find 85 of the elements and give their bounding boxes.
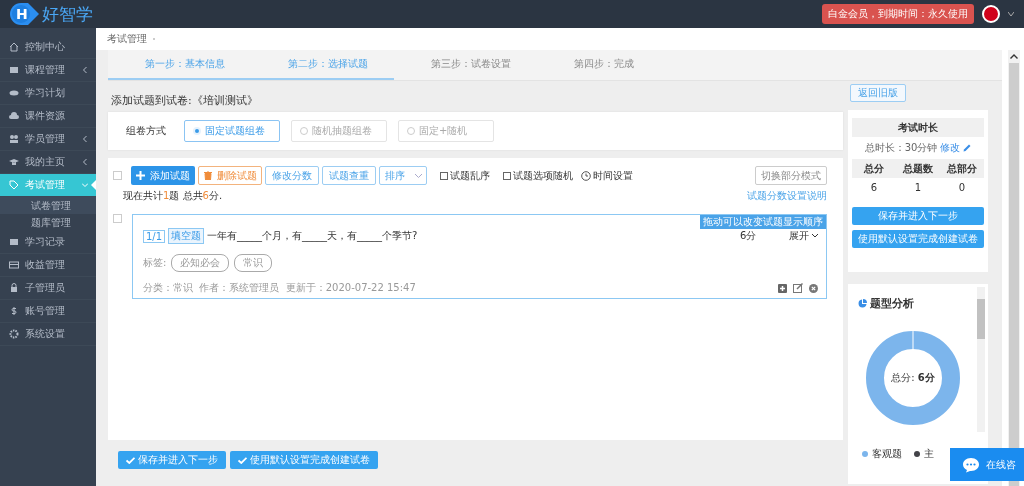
toolbar-button[interactable]: 修改分数 xyxy=(265,166,319,185)
chevron-down-icon xyxy=(414,173,422,178)
step-tab[interactable]: 第三步：试卷设置 xyxy=(394,50,537,80)
caret-icon[interactable] xyxy=(1008,12,1014,16)
tags-label: 标签: xyxy=(143,256,167,270)
analysis-title: 题型分析 xyxy=(870,296,914,311)
column-header: 总分 xyxy=(862,161,885,176)
question-type: 填空题 xyxy=(168,228,205,244)
tag[interactable]: 常识 xyxy=(234,254,273,272)
time-setting-link[interactable]: 时间设置 xyxy=(581,168,633,183)
legend-item[interactable]: 主 xyxy=(914,447,934,461)
cloud-icon xyxy=(9,111,19,121)
question-card[interactable]: 拖动可以改变试题显示顺序 1/1 填空题 一年有_____个月，有_____天，有_____个季节? 6分 展开 标签: 必知必会 常识 分类：常识 作者：系统管理员 更新于：2020-07-22 15:47 xyxy=(132,214,827,299)
mode-label: 组卷方式 xyxy=(126,124,167,138)
edit-icon[interactable] xyxy=(793,283,803,293)
stats-header: 考试时长 xyxy=(852,118,984,137)
tag[interactable]: 必知必会 xyxy=(171,254,230,272)
question-text: 一年有_____个月，有_____天，有_____个季节? xyxy=(207,229,419,243)
logo-letter: H xyxy=(16,5,28,22)
member-badge: 白金会员，到期时间：永久使用 xyxy=(822,4,974,24)
sidebar-item[interactable]: 考试管理 xyxy=(0,174,96,197)
trash-icon xyxy=(203,171,212,180)
tag-icon xyxy=(9,180,19,190)
duration-text: 总时长：30分钟 xyxy=(864,141,938,155)
add-button[interactable]: 添加试题 xyxy=(131,166,195,185)
check-icon xyxy=(126,456,135,464)
pencil-icon[interactable] xyxy=(963,144,972,152)
total-score-label: 总分: 6分 xyxy=(890,371,936,385)
edit-link[interactable]: 修改 xyxy=(940,141,961,155)
home-icon xyxy=(9,42,19,52)
step-tab[interactable]: 第一步：基本信息 xyxy=(108,50,251,80)
toolbar-button[interactable]: 试题查重 xyxy=(322,166,376,185)
pie-icon xyxy=(858,299,867,308)
back-button[interactable]: 返回旧版 xyxy=(850,84,906,102)
question-score: 6分 xyxy=(740,229,758,243)
scrollbar[interactable] xyxy=(977,287,985,432)
save-button[interactable]: 保存并进入下一步 xyxy=(118,451,226,469)
delete-button[interactable]: 删除试题 xyxy=(198,166,262,185)
column-header: 总题数 xyxy=(901,161,934,176)
radio-option[interactable]: 随机抽题组卷 xyxy=(291,120,387,142)
dollar-icon xyxy=(9,306,19,316)
legend-item[interactable]: 客观题 xyxy=(862,447,902,461)
plus-icon xyxy=(136,171,145,180)
table-cell-text: 0 xyxy=(957,182,967,193)
action-button[interactable]: 保存并进入下一步 xyxy=(852,207,984,225)
close-icon[interactable] xyxy=(809,283,818,293)
checkbox-option[interactable]: 试题选项随机 xyxy=(503,168,573,183)
step-tab[interactable]: 第二步：选择试题 xyxy=(251,50,394,80)
radio-option[interactable]: 固定试题组卷 xyxy=(184,120,280,142)
chevron-down-icon[interactable] xyxy=(812,234,818,238)
radio-option[interactable]: 固定+随机 xyxy=(398,120,494,142)
checkbox-option[interactable]: 试题乱序 xyxy=(440,168,490,183)
add-icon[interactable] xyxy=(778,283,787,293)
sort-dropdown[interactable]: 排序 xyxy=(379,166,427,185)
sidebar-subitem[interactable]: 试卷管理 xyxy=(0,197,96,214)
avatar-icon[interactable] xyxy=(982,5,1000,23)
mode-switch-button[interactable]: 切换部分模式 xyxy=(755,166,827,185)
save-button[interactable]: 使用默认设置完成创建试卷 xyxy=(230,451,378,469)
expand-link[interactable]: 展开 xyxy=(789,229,809,243)
summary-text: 现在共计1题 总共6分. xyxy=(123,189,223,203)
column-header: 总部分 xyxy=(945,161,978,176)
lock-icon xyxy=(9,283,19,293)
checkbox[interactable] xyxy=(113,171,122,180)
checkbox[interactable] xyxy=(113,214,122,223)
chat-button[interactable]: 在线咨 xyxy=(950,448,1024,481)
table-cell-text: 6 xyxy=(869,182,879,193)
help-link[interactable]: 试题分数设置说明 xyxy=(747,189,827,203)
drag-hint: 拖动可以改变试题显示顺序 xyxy=(700,215,826,229)
sidebar-subitem[interactable]: 题库管理 xyxy=(0,214,96,231)
question-meta: 分类：常识 作者：系统管理员 更新于：2020-07-22 15:47 xyxy=(143,281,416,295)
gear-icon xyxy=(9,329,19,339)
logo-icon xyxy=(10,3,40,25)
step-tab[interactable]: 第四步：完成 xyxy=(537,50,680,80)
clock-icon xyxy=(581,170,591,181)
scroll-up-icon[interactable] xyxy=(1010,54,1018,59)
chat-icon xyxy=(962,456,980,473)
action-button[interactable]: 使用默认设置完成创建试卷 xyxy=(852,230,984,248)
check-icon xyxy=(238,456,247,464)
card-icon xyxy=(9,260,19,270)
logo-text: 好智学 xyxy=(42,2,93,26)
table-cell-text: 1 xyxy=(913,182,923,193)
breadcrumb[interactable]: 考试管理 xyxy=(107,32,147,46)
question-index: 1/1 xyxy=(143,229,166,243)
page-title: 添加试题到试卷:《培训测试》 xyxy=(110,92,259,109)
users-icon xyxy=(9,134,19,144)
